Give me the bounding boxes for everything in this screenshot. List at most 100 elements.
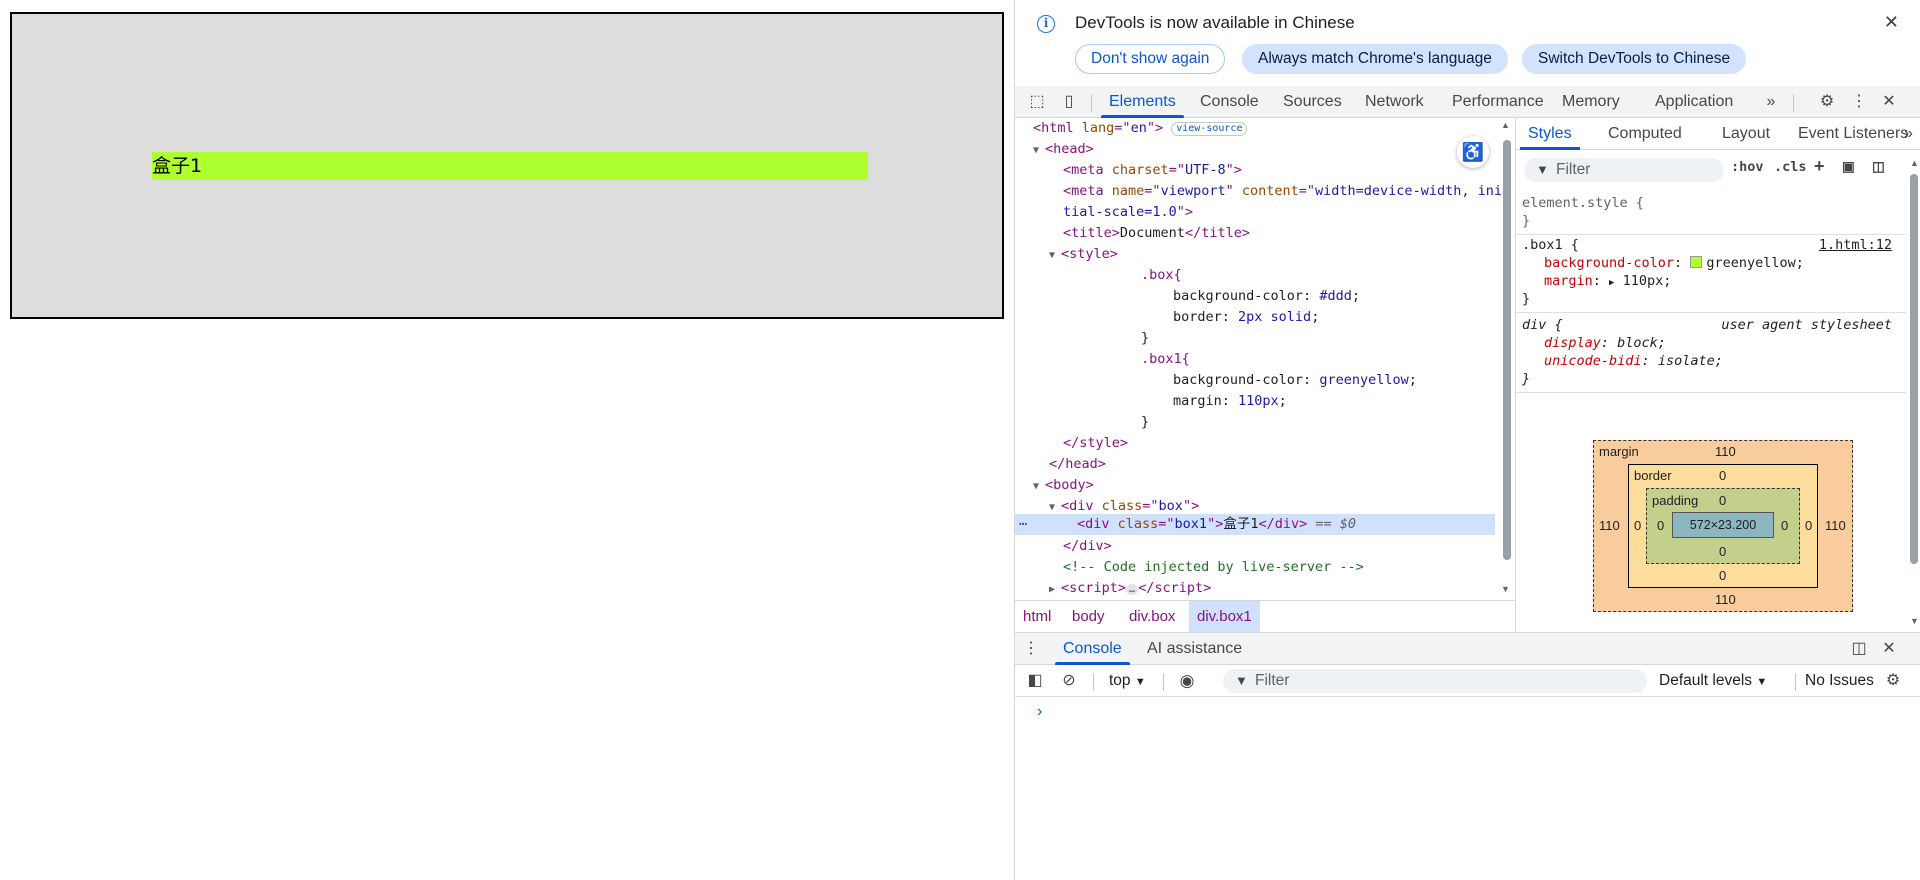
expand-triangle-icon[interactable]: ▼ [1049,497,1061,518]
view-source-badge[interactable]: view-source [1171,122,1248,136]
devtools-panel: i DevTools is now available in Chinese ✕… [1014,0,1920,880]
toggle-sidebar-icon[interactable]: ◫ [1872,159,1885,175]
drawer-menu-icon[interactable]: ⋮ [1021,639,1041,659]
console-sidebar-icon[interactable]: ◧ [1025,671,1045,691]
close-drawer-icon[interactable]: ✕ [1879,639,1899,659]
match-language-button[interactable]: Always match Chrome's language [1242,44,1508,74]
dont-show-again-button[interactable]: Don't show again [1075,44,1226,74]
accessibility-tree-icon[interactable]: ♿ [1457,136,1489,168]
elements-scrollbar[interactable]: ▲ ▼ [1500,118,1514,600]
log-levels-dropdown[interactable]: Default levels ▼ [1659,665,1767,697]
dom-line-html[interactable]: <html lang="en"> view-source [1033,118,1248,139]
tab-sources[interactable]: Sources [1283,86,1342,118]
more-tabs-icon[interactable]: » [1904,118,1913,150]
source-link[interactable]: 1.html:12 [1819,236,1892,254]
element-style-rule[interactable]: element.style { } [1516,190,1906,235]
paint-brush-icon[interactable]: ▣ [1842,159,1855,175]
drawer-tab-ai-assistance[interactable]: AI assistance [1147,633,1242,665]
inspect-element-icon[interactable]: ⬚ [1027,92,1047,112]
tab-event-listeners[interactable]: Event Listeners [1798,118,1908,150]
border-bottom-value[interactable]: 0 [1719,568,1726,583]
banner-close-icon[interactable]: ✕ [1884,12,1899,33]
scrollbar-thumb[interactable] [1910,174,1918,564]
tab-layout[interactable]: Layout [1722,118,1770,150]
dom-line-style[interactable]: ▼ <style> [1049,244,1118,265]
console-settings-gear-icon[interactable]: ⚙ [1883,671,1903,691]
user-agent-rule[interactable]: div {user agent stylesheet display: bloc… [1516,312,1906,393]
padding-top-value[interactable]: 0 [1719,493,1726,508]
hov-toggle[interactable]: :hov [1731,159,1764,175]
padding-left-value[interactable]: 0 [1657,518,1664,533]
clear-console-icon[interactable]: ⊘ [1059,671,1079,691]
context-selector[interactable]: top ▼ [1109,665,1146,697]
expand-triangle-icon[interactable]: ▼ [1033,476,1045,497]
breadcrumb-div-box[interactable]: div.box [1121,601,1183,632]
live-expression-eye-icon[interactable]: ◉ [1177,671,1197,691]
drawer-tab-console[interactable]: Console [1055,633,1130,665]
dock-drawer-icon[interactable]: ◫ [1849,639,1869,659]
padding-bottom-value[interactable]: 0 [1719,544,1726,559]
border-left-value[interactable]: 0 [1634,518,1641,533]
chevron-down-icon: ▼ [1756,676,1768,688]
css-box1-margin: margin: 110px; [1173,393,1287,409]
border-right-value[interactable]: 0 [1805,518,1812,533]
tab-application[interactable]: Application [1655,86,1733,118]
margin-bottom-value[interactable]: 110 [1715,592,1736,607]
banner-title: DevTools is now available in Chinese [1075,13,1355,32]
tab-console[interactable]: Console [1200,86,1259,118]
row-options-icon[interactable]: ⋯ [1019,514,1027,535]
scroll-up-icon[interactable]: ▲ [1910,158,1919,168]
styles-filter-input[interactable]: ▼ Filter [1524,158,1724,182]
dom-line-body[interactable]: ▼ <body> [1033,475,1094,496]
divider [1795,673,1796,691]
dom-line-title[interactable]: <title>Document</title> [1063,223,1250,244]
collapsed-triangle-icon[interactable]: ▶ [1049,579,1061,600]
ellipsis-badge[interactable]: … [1126,584,1139,595]
dom-line-meta-charset[interactable]: <meta charset="UTF-8"> [1063,160,1242,181]
more-tabs-icon[interactable]: » [1761,92,1781,112]
dom-line-div-box1[interactable]: <div class="box1">盒子1</div> == $0 [1077,514,1356,535]
dom-line-script[interactable]: ▶ <script>… </script> [1049,578,1211,599]
settings-gear-icon[interactable]: ⚙ [1817,92,1837,112]
box-model-content[interactable]: 572×23.200 [1672,512,1774,538]
console-filter-input[interactable]: ▼ Filter [1223,669,1647,693]
color-swatch[interactable] [1690,256,1703,268]
tab-memory[interactable]: Memory [1562,86,1620,118]
styles-scrollbar[interactable]: ▲ ▼ [1908,158,1920,628]
margin-top-value[interactable]: 110 [1715,444,1736,459]
dom-line-head-close[interactable]: </head> [1049,454,1106,475]
tab-computed[interactable]: Computed [1608,118,1682,150]
expand-triangle-icon[interactable]: ▼ [1033,140,1045,161]
cls-toggle[interactable]: .cls [1774,159,1807,175]
device-toolbar-icon[interactable]: ▯ [1059,92,1079,112]
tab-elements[interactable]: Elements [1101,86,1184,118]
scroll-down-icon[interactable]: ▼ [1910,616,1919,626]
breadcrumb-div-box1[interactable]: div.box1 [1189,601,1260,632]
breadcrumb-body[interactable]: body [1064,601,1113,632]
dom-line-style-close[interactable]: </style> [1063,433,1128,454]
expand-triangle-icon[interactable]: ▼ [1049,245,1061,266]
add-rule-icon[interactable]: + [1814,156,1825,177]
dom-line-head[interactable]: ▼ <head> [1033,139,1094,160]
padding-right-value[interactable]: 0 [1781,518,1788,533]
console-prompt[interactable]: › [1037,703,1042,721]
more-options-icon[interactable]: ⋮ [1849,92,1869,112]
margin-left-value[interactable]: 110 [1599,518,1620,533]
scrollbar-thumb[interactable] [1503,140,1511,560]
switch-to-chinese-button[interactable]: Switch DevTools to Chinese [1522,44,1747,74]
box1-style-rule[interactable]: .box1 {1.html:12 background-color: green… [1516,232,1906,313]
close-devtools-icon[interactable]: ✕ [1879,92,1899,112]
tab-styles[interactable]: Styles [1520,118,1580,150]
dom-line-comment[interactable]: <!-- Code injected by live-server --> [1063,557,1364,578]
dom-line-div-close[interactable]: </div> [1063,536,1112,557]
margin-right-value[interactable]: 110 [1825,518,1846,533]
dom-line-meta-viewport[interactable]: <meta name="viewport" content="width=dev… [1063,181,1502,202]
border-top-value[interactable]: 0 [1719,468,1726,483]
tab-network[interactable]: Network [1365,86,1424,118]
scroll-down-icon[interactable]: ▼ [1501,584,1510,594]
breadcrumb-html[interactable]: html [1015,601,1059,632]
issues-counter[interactable]: No Issues [1805,665,1874,697]
expand-triangle-icon[interactable]: ▶ [1609,278,1614,288]
tab-performance[interactable]: Performance [1452,86,1544,118]
scroll-up-icon[interactable]: ▲ [1501,120,1510,130]
